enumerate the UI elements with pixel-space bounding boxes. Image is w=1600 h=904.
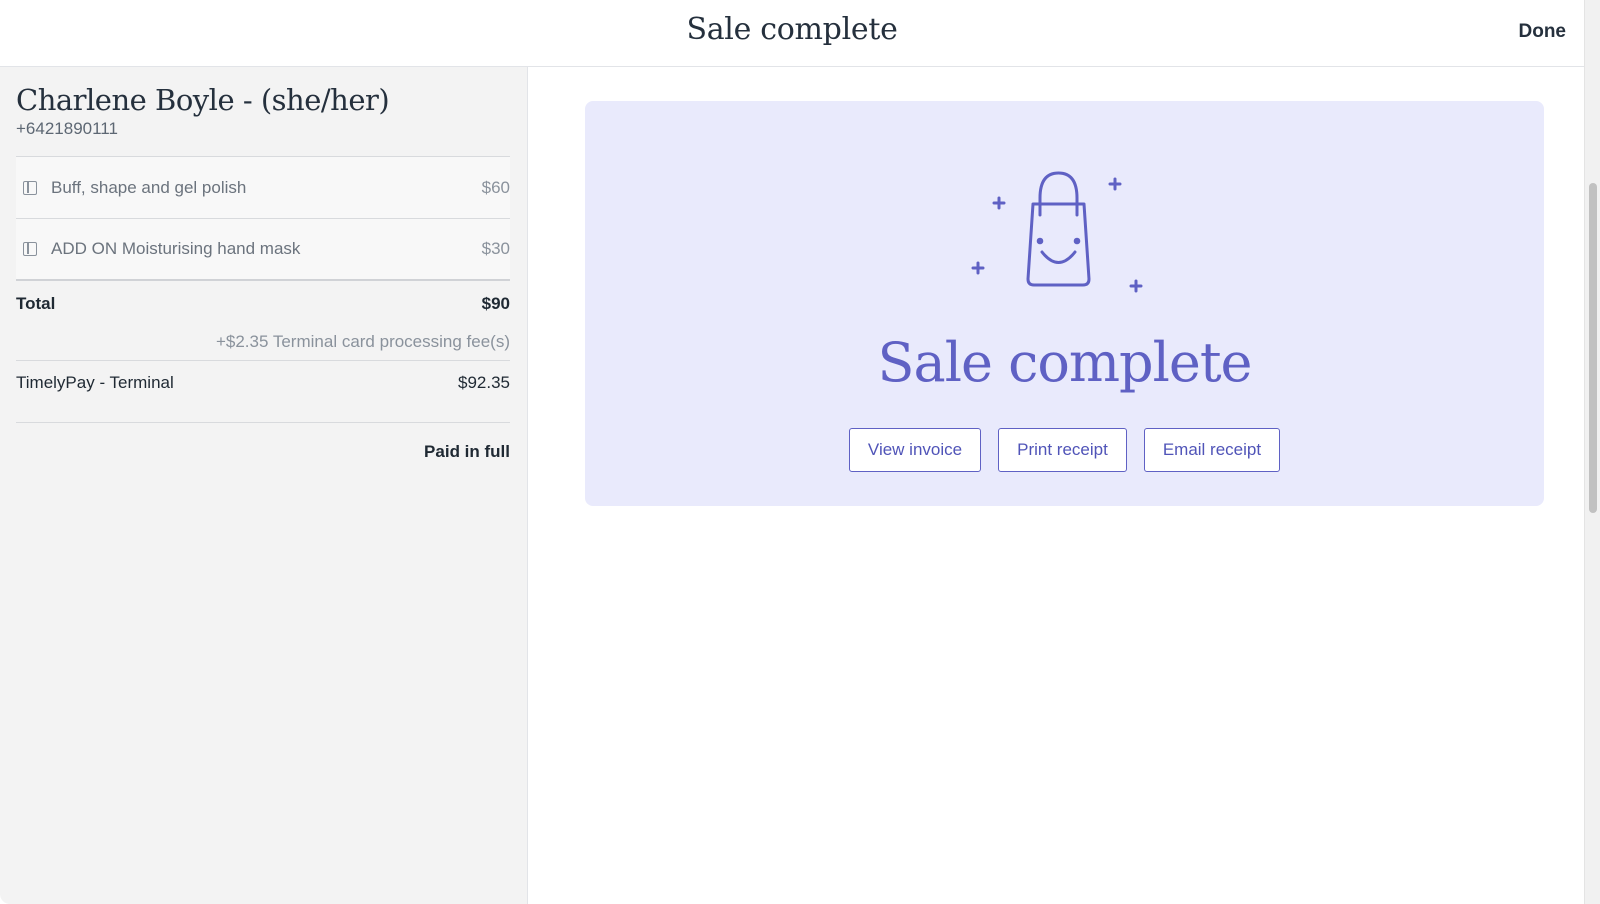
page-title: Sale complete <box>686 12 898 47</box>
payment-amount: $92.35 <box>458 373 510 392</box>
line-item: ADD ON Moisturising hand mask $30 <box>16 219 510 281</box>
divider <box>16 360 510 361</box>
sale-complete-card: Sale complete View invoice Print receipt… <box>585 101 1544 506</box>
print-receipt-button[interactable]: Print receipt <box>998 428 1127 472</box>
view-invoice-button[interactable]: View invoice <box>848 428 982 472</box>
client-phone: +6421890111 <box>16 119 118 138</box>
receipt-actions: View invoice Print receipt Email receipt <box>585 428 1544 472</box>
total-label: Total <box>16 294 56 313</box>
total-value: $90 <box>481 294 510 313</box>
email-receipt-button[interactable]: Email receipt <box>1143 428 1281 472</box>
payment-status: Paid in full <box>424 442 510 461</box>
service-icon <box>23 242 37 256</box>
scrollbar-thumb[interactable] <box>1589 183 1597 513</box>
payment-method: TimelyPay - Terminal <box>16 373 174 392</box>
payment-row: TimelyPay - Terminal $92.35 <box>16 373 510 393</box>
client-name[interactable]: Charlene Boyle - (she/her) <box>16 83 390 117</box>
total-row: Total $90 <box>16 294 510 314</box>
header: Sale complete Done <box>0 0 1584 67</box>
divider <box>16 422 510 423</box>
service-icon <box>23 180 37 195</box>
line-item-price: $30 <box>481 239 510 258</box>
done-button[interactable]: Done <box>1519 21 1567 43</box>
shopping-bag-smile-icon <box>971 171 1143 293</box>
line-item-name: ADD ON Moisturising hand mask <box>51 239 301 258</box>
processing-fee: +$2.35 Terminal card processing fee(s) <box>215 332 510 351</box>
sale-complete-modal: Sale complete Done Charlene Boyle - (she… <box>0 0 1584 904</box>
line-item-price: $60 <box>481 177 510 197</box>
line-items: Buff, shape and gel polish $60 ADD ON Mo… <box>16 156 510 281</box>
sale-summary-panel: Charlene Boyle - (she/her) +6421890111 B… <box>0 67 528 904</box>
scrollbar[interactable] <box>1584 0 1600 904</box>
sale-complete-heading: Sale complete <box>877 331 1253 394</box>
line-item: Buff, shape and gel polish $60 <box>16 157 510 219</box>
line-item-name: Buff, shape and gel polish <box>51 177 247 197</box>
